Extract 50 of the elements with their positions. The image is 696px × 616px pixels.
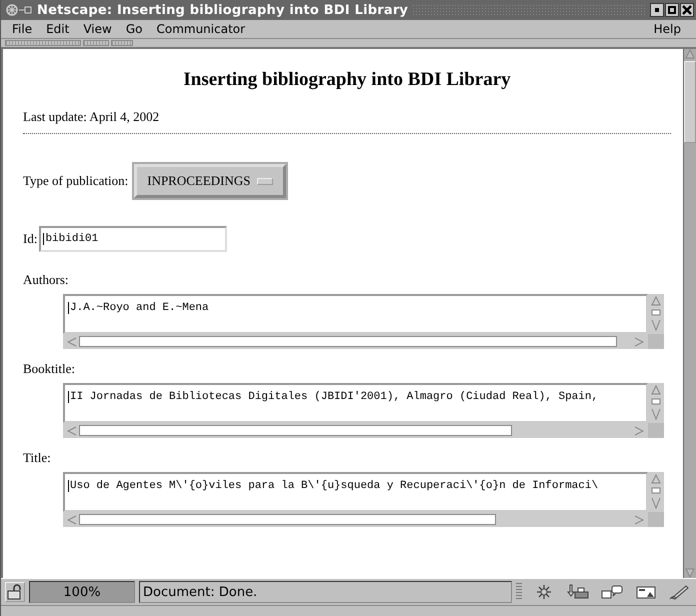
field-label: Title:	[23, 450, 52, 466]
text-area[interactable]: J.A.~Royo and E.~Mena	[63, 294, 648, 334]
menu-item[interactable]: Go	[120, 22, 152, 36]
field-label: Authors:	[23, 272, 70, 288]
text-area[interactable]: II Jornadas de Bibliotecas Digitales (JBIDI'2001), Almagro (Ciudad Real), Spain,	[63, 383, 648, 423]
text-area[interactable]: Uso de Agentes M\'{o}viles para la B\'{u}squeda y Recuperaci\'{o}n de Informaci\	[63, 472, 648, 512]
mail-tray-icon[interactable]	[566, 583, 590, 601]
horizontal-scrollbar[interactable]	[63, 512, 648, 527]
horizontal-scrollbar[interactable]	[63, 334, 648, 349]
menu-item[interactable]: File	[7, 22, 42, 36]
scroll-right-icon[interactable]	[634, 514, 644, 524]
scroll-thumb[interactable]	[684, 61, 696, 143]
publication-type-dropdown[interactable]: INPROCEEDINGS	[134, 164, 286, 198]
vertical-scrollbar[interactable]	[648, 294, 664, 334]
scroll-down-icon[interactable]	[684, 568, 696, 578]
status-message: Document: Done.	[139, 581, 512, 603]
chat-bubbles-icon[interactable]	[600, 583, 624, 601]
scroll-right-icon[interactable]	[634, 426, 644, 436]
field-label: Type of publication:	[23, 173, 128, 189]
minimize-button[interactable]	[650, 3, 664, 17]
window-menu-icon[interactable]	[5, 3, 33, 17]
scroll-left-icon[interactable]	[67, 426, 77, 436]
menu-item[interactable]: Help	[648, 22, 690, 36]
field-label: Id:	[23, 231, 38, 247]
menu-item[interactable]: View	[78, 22, 121, 36]
toolbar-grip[interactable]	[111, 40, 133, 46]
scroll-left-icon[interactable]	[67, 336, 77, 346]
horizontal-scrollbar[interactable]	[63, 423, 648, 438]
maximize-button[interactable]	[665, 3, 679, 17]
id-field[interactable]: bibidi01	[39, 226, 228, 252]
vertical-scrollbar[interactable]	[648, 472, 664, 512]
scrollbar-corner	[648, 423, 664, 438]
scrollbar-corner	[648, 512, 664, 527]
scroll-right-icon[interactable]	[634, 336, 644, 346]
menu-item[interactable]: Edit	[41, 22, 78, 36]
scroll-up-icon[interactable]	[684, 49, 696, 59]
progress-indicator: 100%	[29, 581, 135, 603]
close-button[interactable]	[680, 3, 694, 17]
field-label: Booktitle:	[23, 361, 76, 377]
window-title: Netscape: Inserting bibliography into BDI Library	[37, 2, 408, 18]
scroll-left-icon[interactable]	[67, 514, 77, 524]
vertical-scrollbar[interactable]	[648, 383, 664, 423]
scrollbar-corner	[648, 334, 664, 349]
padlock-icon[interactable]	[5, 582, 25, 602]
menu-item[interactable]: Communicator	[151, 22, 254, 36]
toolbar-grip[interactable]	[83, 40, 109, 46]
page-heading: Inserting bibliography into BDI Library	[182, 69, 512, 91]
toolbar-grip[interactable]	[5, 40, 81, 46]
page-scrollbar[interactable]	[683, 49, 696, 578]
last-update-text: Last update: April 4, 2002	[23, 109, 160, 125]
